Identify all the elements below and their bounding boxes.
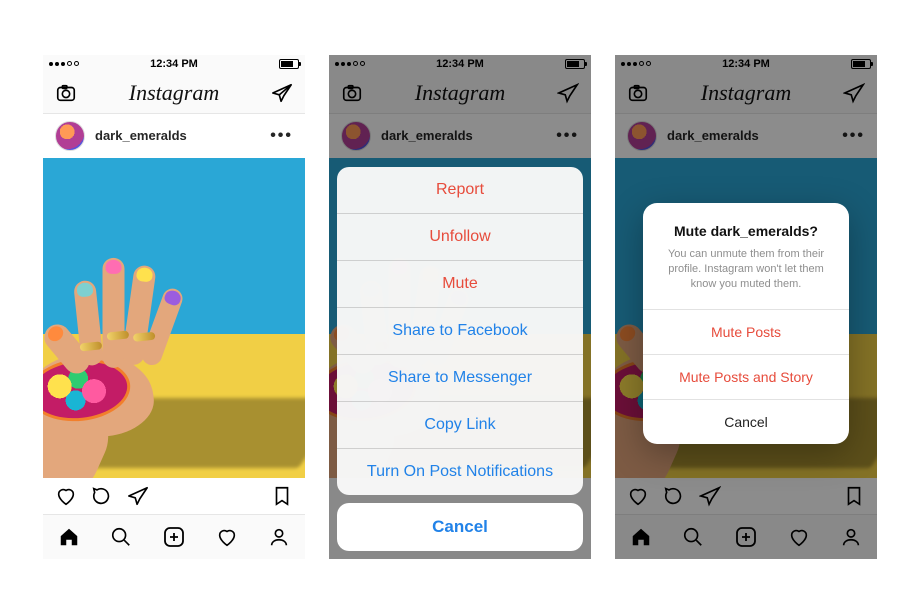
alert-message: You can unmute them from their profile. …: [661, 247, 831, 293]
post-actions: [43, 478, 305, 514]
phone-action-sheet: 12:34 PM Instagram dark_emeralds ••• Rep…: [329, 55, 591, 559]
profile-icon[interactable]: [268, 526, 290, 548]
direct-icon[interactable]: [271, 82, 293, 104]
alert-mute-posts[interactable]: Mute Posts: [643, 309, 849, 354]
signal-dots: [49, 61, 79, 66]
comment-icon[interactable]: [91, 485, 113, 507]
share-icon[interactable]: [127, 485, 149, 507]
like-icon[interactable]: [55, 485, 77, 507]
username[interactable]: dark_emeralds: [95, 128, 260, 143]
alert-title: Mute dark_emeralds?: [661, 223, 831, 239]
new-post-icon[interactable]: [162, 525, 186, 549]
sheet-unfollow[interactable]: Unfollow: [337, 214, 583, 261]
status-time: 12:34 PM: [150, 58, 198, 70]
instagram-logo: Instagram: [129, 80, 219, 106]
mute-alert: Mute dark_emeralds? You can unmute them …: [643, 203, 849, 444]
post-header: dark_emeralds •••: [43, 114, 305, 158]
bookmark-icon[interactable]: [271, 485, 293, 507]
sheet-mute[interactable]: Mute: [337, 261, 583, 308]
post-image[interactable]: [43, 158, 305, 478]
phone-mute-alert: 12:34 PM Instagram dark_emeralds •••: [615, 55, 877, 559]
more-icon[interactable]: •••: [270, 127, 293, 145]
tab-bar: [43, 514, 305, 559]
camera-icon[interactable]: [55, 82, 77, 104]
search-icon[interactable]: [110, 526, 132, 548]
sheet-report[interactable]: Report: [337, 167, 583, 214]
avatar[interactable]: [55, 121, 85, 151]
home-icon[interactable]: [58, 526, 80, 548]
phone-feed: 12:34 PM Instagram dark_emeralds •••: [43, 55, 305, 559]
sheet-copy-link[interactable]: Copy Link: [337, 402, 583, 449]
battery-indicator: [279, 59, 299, 69]
alert-cancel[interactable]: Cancel: [643, 399, 849, 444]
activity-icon[interactable]: [216, 526, 238, 548]
sheet-share-facebook[interactable]: Share to Facebook: [337, 308, 583, 355]
action-sheet: Report Unfollow Mute Share to Facebook S…: [337, 167, 583, 551]
sheet-cancel[interactable]: Cancel: [337, 503, 583, 551]
alert-mute-posts-story[interactable]: Mute Posts and Story: [643, 354, 849, 399]
status-bar: 12:34 PM: [43, 55, 305, 73]
sheet-post-notifications[interactable]: Turn On Post Notifications: [337, 449, 583, 495]
sheet-share-messenger[interactable]: Share to Messenger: [337, 355, 583, 402]
app-header: Instagram: [43, 73, 305, 114]
